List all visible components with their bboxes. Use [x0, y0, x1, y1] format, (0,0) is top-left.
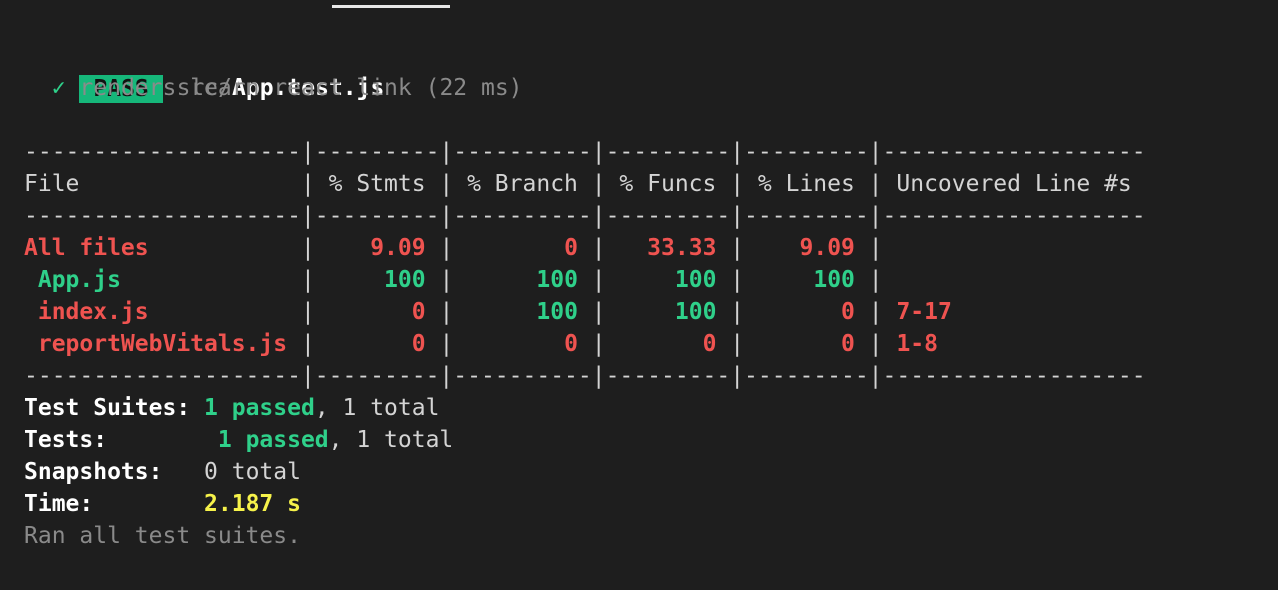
suites-total: , 1 total: [314, 395, 440, 421]
cell-divider: |: [868, 299, 883, 325]
cell-divider: |: [730, 235, 745, 261]
cell-divider: |: [300, 267, 315, 293]
cell-funcs: 100: [605, 299, 731, 325]
footer-text: Ran all test suites.: [24, 523, 301, 549]
snapshots-value: 0 total: [204, 459, 301, 485]
test-case-name: renders learn react link (22 ms): [79, 75, 523, 101]
cell-branch: 100: [453, 267, 592, 293]
table-separator: --------------------|---------|---------…: [24, 139, 1146, 165]
cell-stmts: 9.09: [314, 235, 440, 261]
summary-label: Time:: [24, 491, 94, 517]
cell-lines: 100: [744, 267, 869, 293]
summary-tests: Tests: 1 passed, 1 total: [24, 424, 453, 456]
cell-divider: |: [439, 299, 454, 325]
cell-divider: |: [868, 235, 883, 261]
cell-stmts: 0: [314, 331, 440, 357]
terminal-window[interactable]: PASS src/App.test.js ✓ renders learn rea…: [0, 0, 1278, 590]
file-name-cell: index.js: [24, 299, 301, 325]
cell-uncovered: 1-8: [882, 331, 938, 357]
cell-funcs: 100: [605, 267, 731, 293]
cell-uncovered: 7-17: [882, 299, 952, 325]
cell-divider: |: [591, 267, 606, 293]
cell-divider: |: [300, 331, 315, 357]
time-value: 2.187 s: [204, 491, 301, 517]
cell-divider: |: [439, 235, 454, 261]
summary-label: Tests:: [24, 427, 108, 453]
cell-divider: |: [300, 235, 315, 261]
cell-funcs: 0: [605, 331, 731, 357]
file-name-cell: All files: [24, 235, 301, 261]
summary-label: Test Suites:: [24, 395, 191, 421]
summary-footer: Ran all test suites.: [24, 520, 301, 552]
file-name-cell: App.js: [24, 267, 301, 293]
cell-branch: 0: [453, 235, 592, 261]
table-row: reportWebVitals.js | 0 | 0 | 0 | 0 | 1-8: [24, 328, 938, 360]
cell-divider: |: [591, 235, 606, 261]
tests-total: , 1 total: [328, 427, 454, 453]
tests-passed: 1 passed: [217, 427, 329, 453]
cell-branch: 0: [453, 331, 592, 357]
cell-funcs: 33.33: [605, 235, 731, 261]
table-row: All files | 9.09 | 0 | 33.33 | 9.09 |: [24, 232, 883, 264]
test-file-result: PASS src/App.test.js: [24, 40, 384, 103]
cell-divider: |: [730, 299, 745, 325]
test-case-line: ✓ renders learn react link (22 ms): [24, 72, 523, 104]
cell-lines: 0: [744, 299, 869, 325]
cell-divider: |: [300, 299, 315, 325]
cell-stmts: 100: [314, 267, 440, 293]
cell-divider: |: [868, 331, 883, 357]
cell-divider: |: [439, 331, 454, 357]
cell-divider: |: [730, 331, 745, 357]
table-separator: --------------------|---------|---------…: [24, 203, 1146, 229]
summary-test-suites: Test Suites: 1 passed, 1 total: [24, 392, 439, 424]
check-icon: ✓: [51, 75, 66, 101]
active-tab-indicator: [332, 5, 450, 8]
cell-divider: |: [868, 267, 883, 293]
table-row: index.js | 0 | 100 | 100 | 0 | 7-17: [24, 296, 952, 328]
summary-label: Snapshots:: [24, 459, 163, 485]
suites-passed: 1 passed: [204, 395, 315, 421]
cell-divider: |: [591, 331, 606, 357]
table-row: App.js | 100 | 100 | 100 | 100 |: [24, 264, 883, 296]
cell-stmts: 0: [314, 299, 440, 325]
cell-lines: 0: [744, 331, 869, 357]
summary-time: Time: 2.187 s: [24, 488, 301, 520]
cell-divider: |: [591, 299, 606, 325]
cell-divider: |: [730, 267, 745, 293]
cell-lines: 9.09: [744, 235, 869, 261]
summary-snapshots: Snapshots: 0 total: [24, 456, 301, 488]
table-header-row: File | % Stmts | % Branch | % Funcs | % …: [24, 171, 1146, 197]
cell-divider: |: [439, 267, 454, 293]
file-name-cell: reportWebVitals.js: [24, 331, 301, 357]
cell-branch: 100: [453, 299, 592, 325]
table-separator: --------------------|---------|---------…: [24, 363, 1146, 389]
